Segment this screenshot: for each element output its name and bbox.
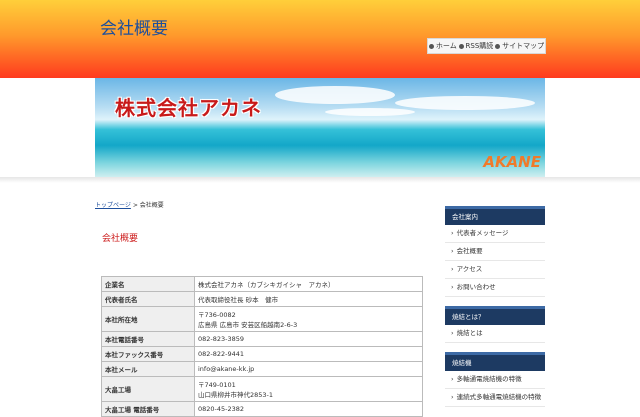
- sidebar-item-label: お問い合わせ: [456, 283, 496, 291]
- sidebar: 会社案内 › 代表者メッセージ › 会社概要 › アクセス › お問い合わせ 焼結とは？…: [445, 206, 545, 407]
- nav-rss-label: RSS購読: [465, 42, 494, 50]
- sidebar-item-access[interactable]: › アクセス: [445, 261, 545, 279]
- sidebar-item-label: 代表者メッセージ: [456, 229, 509, 237]
- sidebar-item-contact[interactable]: › お問い合わせ: [445, 279, 545, 297]
- breadcrumb: トップページ > 会社概要: [95, 200, 164, 209]
- bullet-icon: [495, 43, 501, 49]
- sidebar-heading-sintering: 焼結とは？: [445, 306, 545, 325]
- breadcrumb-current: 会社概要: [139, 202, 164, 209]
- address: 山口県柳井市神代2853-1: [198, 391, 274, 399]
- arrow-right-icon: ›: [451, 375, 454, 383]
- table-row: 代表者氏名 代表取締役社長 砂本 健市: [101, 291, 423, 307]
- row-value: 0820-45-2382: [194, 401, 423, 417]
- row-label: 大畠工場: [101, 376, 195, 402]
- sidebar-item-what-is-sintering[interactable]: › 焼結とは: [445, 325, 545, 343]
- bullet-icon: [428, 43, 434, 49]
- sidebar-item-label: アクセス: [456, 265, 483, 273]
- header-divider: [0, 177, 640, 183]
- row-value: info@akane-kk.jp: [194, 361, 423, 377]
- row-value: 082-823-3859: [194, 331, 423, 347]
- arrow-right-icon: ›: [451, 229, 454, 237]
- breadcrumb-home-link[interactable]: トップページ: [95, 202, 131, 209]
- table-row: 本社ファックス番号 082-822-9441: [101, 346, 423, 362]
- table-row: 大畠工場 電話番号 0820-45-2382: [101, 401, 423, 417]
- sidebar-heading-company: 会社案内: [445, 206, 545, 225]
- company-logo: AKANE: [483, 153, 541, 171]
- nav-sitemap[interactable]: サイトマップ: [495, 41, 544, 51]
- table-row: 本社電話番号 082-823-3859: [101, 331, 423, 347]
- sidebar-item-overview[interactable]: › 会社概要: [445, 243, 545, 261]
- row-label: 代表者氏名: [101, 291, 195, 307]
- arrow-right-icon: ›: [451, 329, 454, 337]
- sidebar-item-multi-axis[interactable]: › 多軸通電焼結機の特徴: [445, 371, 545, 389]
- arrow-right-icon: ›: [451, 247, 454, 255]
- banner-company-name: 株式会社アカネ: [115, 96, 262, 120]
- hero-banner: 株式会社アカネ AKANE: [95, 78, 545, 177]
- table-row: 本社メール info@akane-kk.jp: [101, 361, 423, 377]
- table-row: 大畠工場 〒749-0101 山口県柳井市神代2853-1: [101, 376, 423, 402]
- sidebar-item-label: 会社概要: [456, 247, 483, 255]
- site-header: 会社概要 ホーム RSS購読 サイトマップ: [0, 0, 640, 78]
- row-value: 株式会社アカネ（カブシキガイシャ アカネ）: [194, 276, 423, 292]
- postal-code: 〒736-0082: [198, 311, 236, 319]
- sidebar-item-label: 焼結とは: [456, 329, 483, 337]
- company-info-table: 企業名 株式会社アカネ（カブシキガイシャ アカネ） 代表者氏名 代表取締役社長 砂本…: [101, 276, 423, 417]
- table-row: 本社所在地 〒736-0082 広島県 広島市 安芸区船越南2-6-3: [101, 306, 423, 332]
- postal-code: 〒749-0101: [198, 381, 236, 389]
- nav-rss[interactable]: RSS購読: [458, 41, 494, 51]
- top-navigation: ホーム RSS購読 サイトマップ: [427, 38, 546, 54]
- sidebar-item-continuous[interactable]: › 連続式多軸通電焼結機の特徴: [445, 389, 545, 407]
- breadcrumb-separator: >: [132, 202, 138, 209]
- row-value: 〒749-0101 山口県柳井市神代2853-1: [194, 376, 423, 402]
- row-value: 〒736-0082 広島県 広島市 安芸区船越南2-6-3: [194, 306, 423, 332]
- sidebar-heading-machines: 焼結機: [445, 352, 545, 371]
- row-label: 企業名: [101, 276, 195, 292]
- row-label: 本社ファックス番号: [101, 346, 195, 362]
- row-value: 082-822-9441: [194, 346, 423, 362]
- table-row: 企業名 株式会社アカネ（カブシキガイシャ アカネ）: [101, 276, 423, 292]
- row-label: 本社所在地: [101, 306, 195, 332]
- row-value: 代表取締役社長 砂本 健市: [194, 291, 423, 307]
- address: 広島県 広島市 安芸区船越南2-6-3: [198, 321, 298, 329]
- nav-home-label: ホーム: [435, 42, 457, 50]
- page-title: 会社概要: [102, 234, 139, 244]
- arrow-right-icon: ›: [451, 265, 454, 273]
- site-title: 会社概要: [100, 19, 168, 39]
- row-label: 本社メール: [101, 361, 195, 377]
- cloud-shape: [275, 86, 395, 104]
- bullet-icon: [458, 43, 464, 49]
- nav-home[interactable]: ホーム: [428, 41, 457, 51]
- nav-sitemap-label: サイトマップ: [502, 42, 545, 50]
- row-label: 本社電話番号: [101, 331, 195, 347]
- row-label: 大畠工場 電話番号: [101, 401, 195, 417]
- cloud-shape: [325, 108, 415, 116]
- cloud-shape: [395, 96, 535, 110]
- sidebar-item-message[interactable]: › 代表者メッセージ: [445, 225, 545, 243]
- sidebar-item-label: 多軸通電焼結機の特徴: [456, 375, 522, 383]
- arrow-right-icon: ›: [451, 283, 454, 291]
